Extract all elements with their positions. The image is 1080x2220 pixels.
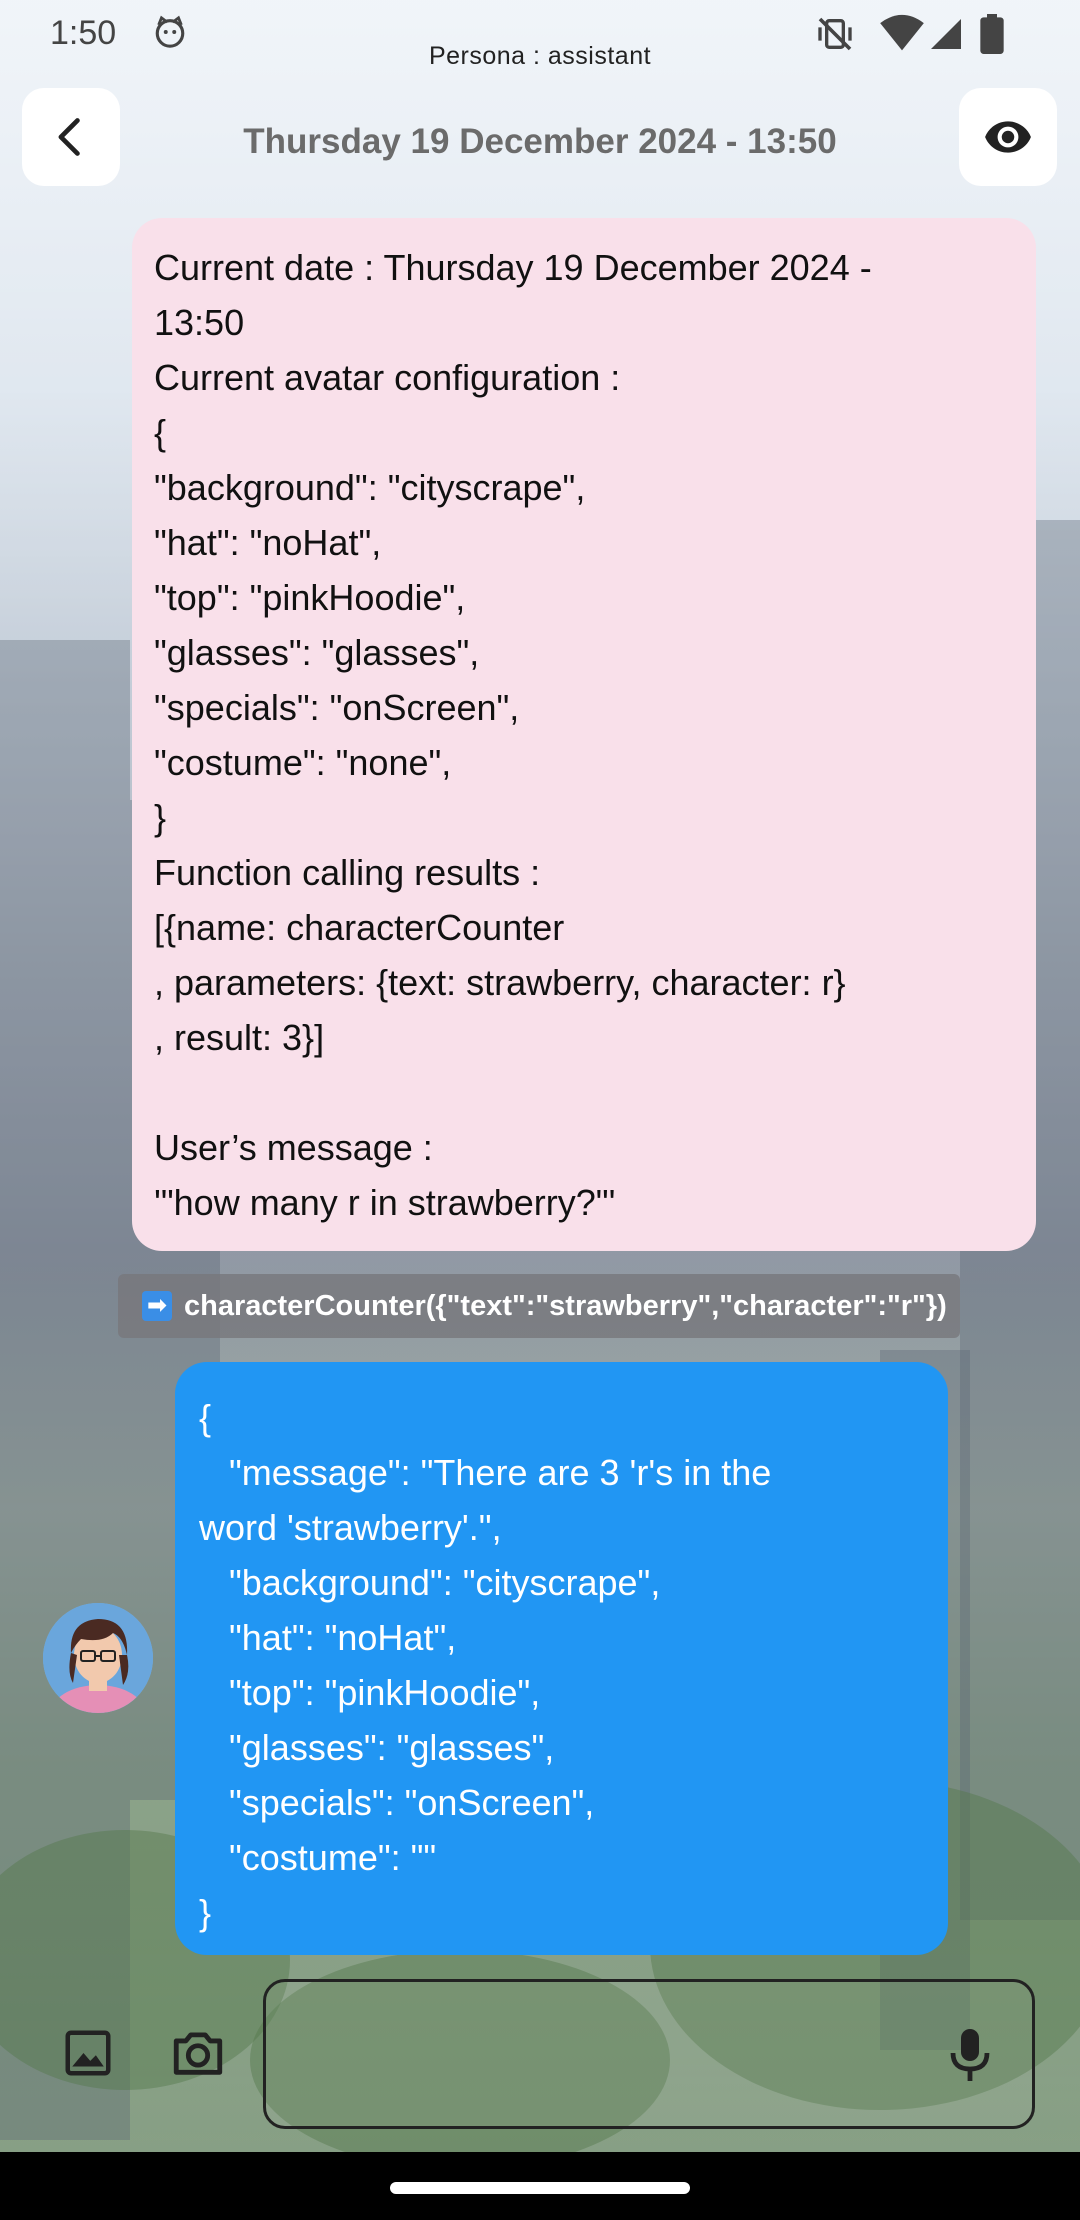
function-call-chip: ➡ characterCounter({"text":"strawberry",… bbox=[118, 1274, 960, 1338]
message-input[interactable] bbox=[263, 1979, 1035, 2129]
message-line: "background": "cityscrape", bbox=[154, 467, 586, 508]
message-line: , parameters: {text: strawberry, charact… bbox=[154, 962, 846, 1003]
message-line: "top": "pinkHoodie", bbox=[154, 577, 466, 618]
camera-button[interactable] bbox=[155, 2010, 241, 2096]
message-line: } bbox=[199, 1892, 212, 1933]
message-line: [{name: characterCounter bbox=[154, 907, 565, 948]
home-gesture-handle[interactable] bbox=[390, 2182, 690, 2194]
back-button[interactable] bbox=[22, 88, 120, 186]
message-line: { bbox=[199, 1397, 212, 1438]
camera-icon bbox=[173, 2032, 223, 2075]
message-line: "specials": "onScreen", bbox=[199, 1782, 595, 1823]
toggle-view-button[interactable] bbox=[959, 88, 1057, 186]
message-line: "top": "pinkHoodie", bbox=[199, 1672, 541, 1713]
message-line: "specials": "onScreen", bbox=[154, 687, 520, 728]
right-arrow-icon: ➡ bbox=[142, 1291, 172, 1321]
message-line: "glasses": "glasses", bbox=[154, 632, 480, 673]
message-line: "glasses": "glasses", bbox=[199, 1727, 555, 1768]
microphone-icon bbox=[950, 2029, 990, 2081]
image-icon bbox=[65, 2030, 111, 2076]
eye-icon bbox=[985, 121, 1031, 153]
message-line: word 'strawberry'.", bbox=[199, 1507, 502, 1548]
message-line: 13:50 bbox=[154, 302, 245, 343]
message-line: "costume": "none", bbox=[154, 742, 452, 783]
message-line: "background": "cityscrape", bbox=[199, 1562, 661, 1603]
message-line: User’s message : bbox=[154, 1127, 433, 1168]
microphone-button[interactable] bbox=[930, 2012, 1010, 2098]
message-line: '"how many r in strawberry?"' bbox=[154, 1182, 616, 1223]
system-navigation-bar bbox=[0, 2152, 1080, 2220]
gallery-button[interactable] bbox=[45, 2010, 131, 2096]
status-bar: 1:50 Persona : assistant bbox=[0, 0, 1080, 70]
avatar-portrait-icon bbox=[43, 1603, 153, 1713]
page-title: Thursday 19 December 2024 - 13:50 bbox=[243, 122, 837, 161]
message-line: , result: 3}] bbox=[154, 1017, 325, 1058]
message-line: Function calling results : bbox=[154, 852, 541, 893]
assistant-message-bubble: { "message": "There are 3 'r's in the wo… bbox=[175, 1362, 948, 1955]
message-line: Current date : Thursday 19 December 2024… bbox=[154, 247, 872, 288]
user-message-bubble: Current date : Thursday 19 December 2024… bbox=[132, 218, 1036, 1251]
chevron-left-icon bbox=[58, 118, 80, 156]
function-call-text: characterCounter({"text":"strawberry","c… bbox=[184, 1289, 947, 1322]
message-line: "hat": "noHat", bbox=[154, 522, 382, 563]
message-line bbox=[154, 1065, 1014, 1120]
message-line: } bbox=[154, 797, 167, 838]
message-line: { bbox=[154, 412, 167, 453]
message-line: "message": "There are 3 'r's in the bbox=[199, 1452, 772, 1493]
avatar[interactable] bbox=[43, 1603, 153, 1713]
message-line: Current avatar configuration : bbox=[154, 357, 621, 398]
message-line: "costume": "" bbox=[199, 1837, 437, 1878]
message-line: "hat": "noHat", bbox=[199, 1617, 457, 1658]
persona-label: Persona : assistant bbox=[428, 42, 652, 70]
